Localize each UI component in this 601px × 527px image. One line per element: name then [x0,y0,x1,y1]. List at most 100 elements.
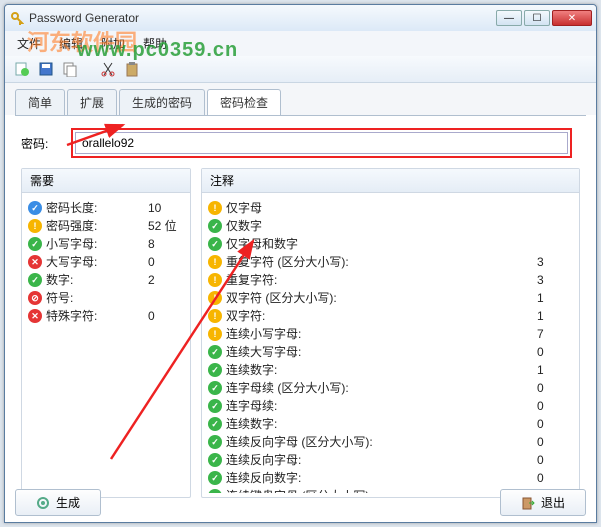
annotations-panel: 注释 !仅字母✓仅数字✓仅字母和数字!重复字符 (区分大小写):3!重复字符:3… [201,168,580,498]
warn-icon: ! [208,309,222,323]
close-button[interactable]: ✕ [552,10,592,26]
item-label: 仅字母 [226,200,537,216]
ok-icon: ✓ [208,435,222,449]
tool-cut-icon[interactable] [99,60,117,78]
list-item: ✕ 特殊字符:0 [26,307,186,325]
ok-icon: ✓ [28,237,42,251]
ok-icon: ✓ [28,273,42,287]
ok-icon: ✓ [208,471,222,485]
ban-icon: ⊘ [28,291,42,305]
menu-edit[interactable]: 编辑 [55,33,87,54]
list-item: ✓连字母续:0 [206,397,575,415]
warn-icon: ! [208,291,222,305]
list-item: ! 密码强度:52 位 [26,217,186,235]
list-item: ✓ 连续反向数字:0 [206,469,575,487]
item-value: 0 [537,416,573,432]
tab-check[interactable]: 密码检查 [207,89,281,115]
item-label: 连字母续: [226,398,537,414]
tab-extended[interactable]: 扩展 [67,89,117,115]
ok-icon: ✓ [208,219,222,233]
item-value: 0 [148,308,184,324]
item-label: 连续数字: [226,416,537,432]
item-label: 连续数字: [226,362,537,378]
annotations-list[interactable]: !仅字母✓仅数字✓仅字母和数字!重复字符 (区分大小写):3!重复字符:3!双字… [202,193,579,493]
maximize-button[interactable]: ☐ [524,10,550,26]
warn-icon: ! [208,201,222,215]
ok-icon: ✓ [208,399,222,413]
tool-save-icon[interactable] [37,60,55,78]
app-window: Password Generator — ☐ ✕ 文件 编辑 附加 帮助 河东软… [4,4,597,523]
app-icon [9,10,25,26]
item-label: 连续大写字母: [226,344,537,360]
content-area: 密码: 需要 ✓密码长度:10!密码强度:52 位✓小写字母:8✕大写字母:0✓… [15,115,586,503]
list-item: ✓ 连续反向字母:0 [206,451,575,469]
titlebar[interactable]: Password Generator — ☐ ✕ [5,5,596,31]
item-label: 连续反向字母: [226,452,537,468]
list-item: ! 重复字符 (区分大小写):3 [206,253,575,271]
generate-label: 生成 [56,494,80,511]
generate-button[interactable]: 生成 [15,489,101,516]
list-item: !重复字符:3 [206,271,575,289]
password-label: 密码: [21,135,71,152]
warn-icon: ! [208,255,222,269]
item-label: 密码强度: [46,218,148,234]
tool-paste-icon[interactable] [123,60,141,78]
item-label: 符号: [46,290,148,306]
door-icon [521,496,535,510]
menu-file[interactable]: 文件 [13,33,45,54]
list-item: ✓连续大写字母:0 [206,343,575,361]
tab-bar: 简单 扩展 生成的密码 密码检查 [5,83,596,115]
requirements-title: 需要 [22,169,190,193]
item-value: 0 [537,452,573,468]
err-icon: ✕ [28,255,42,269]
list-item: ✓密码长度:10 [26,199,186,217]
exit-button[interactable]: 退出 [500,489,586,516]
password-input[interactable] [75,132,568,154]
list-item: ✓数字:2 [26,271,186,289]
item-label: 重复字符 (区分大小写): [226,254,537,270]
warn-icon: ! [208,273,222,287]
list-item: !双字符:1 [206,307,575,325]
item-value: 10 [148,200,184,216]
list-item: ✓连字母续 (区分大小写):0 [206,379,575,397]
tab-simple[interactable]: 简单 [15,89,65,115]
err-icon: ✕ [28,309,42,323]
item-label: 重复字符: [226,272,537,288]
list-item: ✓ 连续反向字母 (区分大小写):0 [206,433,575,451]
footer: 生成 退出 [15,489,586,516]
annotations-title: 注释 [202,169,579,193]
tool-new-icon[interactable] [13,60,31,78]
list-item: ✓连续数字:0 [206,415,575,433]
list-item: !连续小写字母:7 [206,325,575,343]
item-value: 0 [148,254,184,270]
item-label: 连续小写字母: [226,326,537,342]
item-value: 0 [537,344,573,360]
item-label: 连续反向数字: [226,470,537,486]
item-value: 0 [537,380,573,396]
item-value: 1 [537,290,573,306]
menu-extra[interactable]: 附加 [97,33,129,54]
tool-copy-icon[interactable] [61,60,79,78]
item-value: 0 [537,470,573,486]
list-item: ✓ 仅数字 [206,217,575,235]
minimize-button[interactable]: — [496,10,522,26]
toolbar [5,56,596,83]
exit-label: 退出 [541,494,565,511]
ok-icon: ✓ [208,363,222,377]
list-item: !双字符 (区分大小写):1 [206,289,575,307]
item-label: 连续反向字母 (区分大小写): [226,434,537,450]
item-value: 3 [537,254,573,270]
warn-icon: ! [28,219,42,233]
item-value: 52 位 [148,218,184,234]
requirements-panel: 需要 ✓密码长度:10!密码强度:52 位✓小写字母:8✕大写字母:0✓数字:2… [21,168,191,498]
list-item: ✓小写字母:8 [26,235,186,253]
ok-icon: ✓ [208,453,222,467]
item-value: 1 [537,362,573,378]
item-value: 0 [537,434,573,450]
tab-generated[interactable]: 生成的密码 [119,89,205,115]
item-value: 8 [148,236,184,252]
menu-help[interactable]: 帮助 [139,33,171,54]
item-label: 特殊字符: [46,308,148,324]
item-label: 仅数字 [226,218,537,234]
menubar: 文件 编辑 附加 帮助 [5,31,596,56]
